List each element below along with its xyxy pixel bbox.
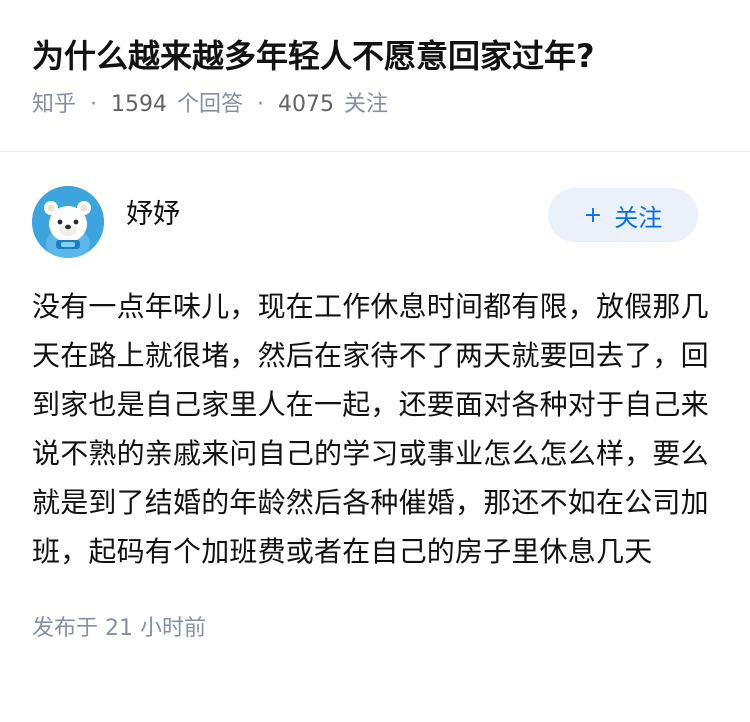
follower-count: 4075 [278,92,335,117]
answer-item: 妤妤 + 关注 没有一点年味儿，现在工作休息时间都有限，放假那几天在路上就很堵，… [0,152,750,644]
author-row: 妤妤 + 关注 [32,184,718,260]
answer-count-label: 个回答 [177,92,244,117]
question-meta: 知乎 · 1594 个回答 · 4075 关注 [32,90,718,120]
follow-button-label: 关注 [614,203,663,232]
author-name[interactable]: 妤妤 [126,192,180,231]
follower-count-label: 关注 [344,92,389,117]
answer-content[interactable]: 没有一点年味儿，现在工作休息时间都有限，放假那几天在路上就很堵，然后在家待不了两… [32,282,712,576]
question-header: 为什么越来越多年轻人不愿意回家过年? 知乎 · 1594 个回答 · 4075 … [0,0,750,152]
answer-footer: 发布于 21 小时前 [32,614,718,644]
avatar[interactable] [32,186,104,258]
meta-separator: · [257,92,265,117]
follow-button[interactable]: + 关注 [548,188,698,242]
bear-avatar-icon [32,186,104,258]
published-time: 21 小时前 [105,616,207,641]
source-label[interactable]: 知乎 [32,90,76,120]
question-title[interactable]: 为什么越来越多年轻人不愿意回家过年? [32,34,718,78]
answer-count: 1594 [111,92,168,117]
plus-icon: + [583,202,603,228]
meta-separator: · [90,92,98,117]
published-label: 发布于 [32,616,99,641]
